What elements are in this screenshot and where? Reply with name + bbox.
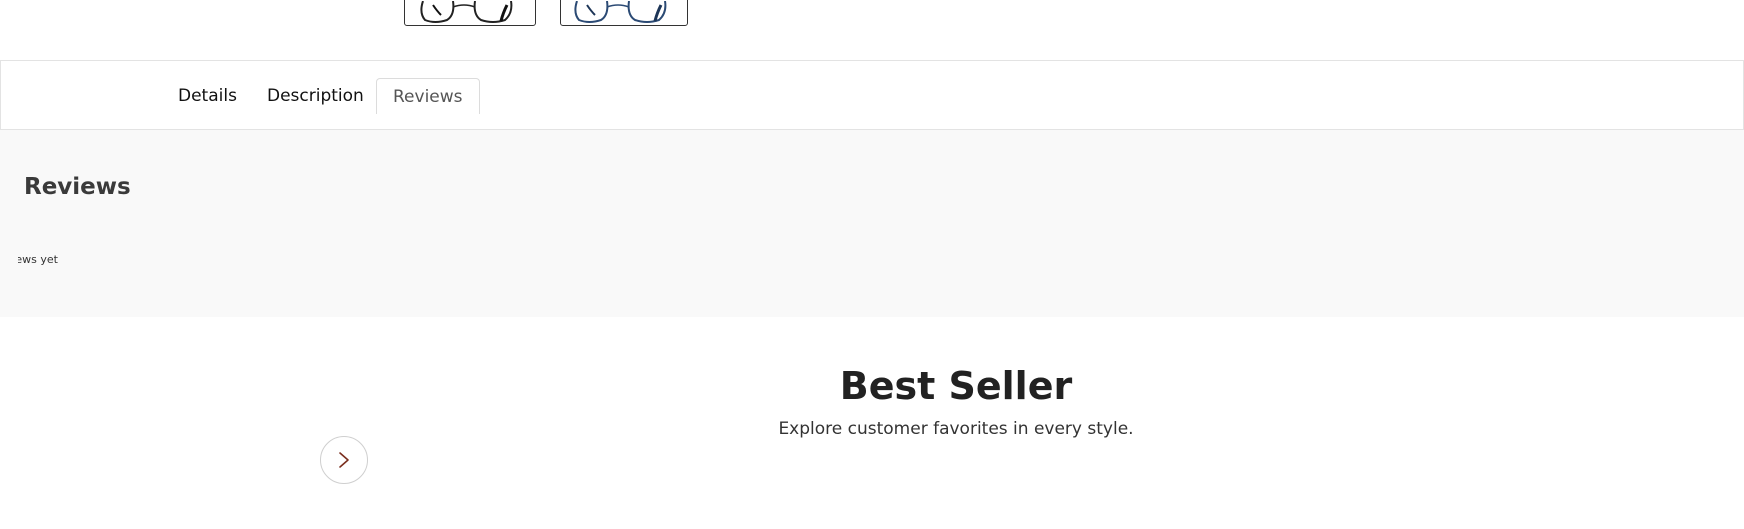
tab-description[interactable]: Description — [251, 78, 380, 114]
reviews-heading: Reviews — [24, 174, 131, 200]
glasses-icon — [574, 1, 667, 23]
product-thumbnails — [0, 0, 1744, 60]
no-reviews-text: There are no reviews yet. — [18, 253, 58, 266]
section-title: Best Seller — [839, 364, 1073, 408]
reviews-panel: Reviews There are no reviews yet. — [0, 130, 1744, 317]
product-page: Details Description Reviews Reviews Ther… — [0, 0, 1744, 529]
thumbnail-navy-glasses[interactable] — [560, 0, 688, 26]
best-seller-section: Best Seller Explore customer favorites i… — [0, 317, 1744, 529]
carousel-next-button[interactable] — [320, 436, 368, 484]
thumbnail-black-glasses[interactable] — [404, 0, 536, 26]
chevron-right-icon — [339, 452, 349, 468]
product-tabs: Details Description Reviews — [0, 60, 1744, 130]
tab-details[interactable]: Details — [162, 78, 253, 114]
tab-reviews[interactable]: Reviews — [376, 78, 480, 114]
section-subtitle: Explore customer favorites in every styl… — [778, 419, 1134, 439]
glasses-icon — [420, 1, 513, 23]
